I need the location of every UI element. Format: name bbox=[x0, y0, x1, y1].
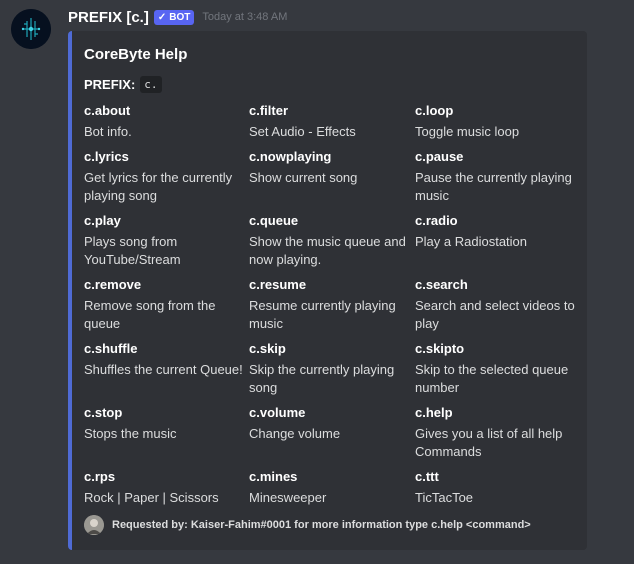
field-resume: c.resume Resume currently playing music bbox=[249, 276, 411, 333]
field-value: Search and select videos to play bbox=[415, 298, 575, 331]
prefix-line: PREFIX: c. bbox=[84, 76, 162, 93]
field-filter: c.filter Set Audio - Effects bbox=[249, 102, 411, 141]
field-name: c.filter bbox=[249, 103, 289, 118]
field-value: Gives you a list of all help Commands bbox=[415, 426, 563, 459]
field-value: Show the music queue and now playing. bbox=[249, 234, 406, 267]
circuit-logo-icon bbox=[11, 9, 51, 49]
field-name: c.pause bbox=[415, 149, 464, 164]
field-name: c.loop bbox=[415, 103, 454, 118]
field-volume: c.volume Change volume bbox=[249, 404, 411, 443]
field-help: c.help Gives you a list of all help Comm… bbox=[415, 404, 577, 461]
embed-title: CoreByte Help bbox=[84, 46, 188, 63]
field-value: Pause the currently playing music bbox=[415, 170, 572, 203]
prefix-code: c. bbox=[140, 76, 162, 93]
field-name: c.skipto bbox=[415, 341, 465, 356]
field-play: c.play Plays song from YouTube/Stream bbox=[84, 212, 246, 269]
bot-avatar[interactable] bbox=[11, 9, 51, 49]
field-queue: c.queue Show the music queue and now pla… bbox=[249, 212, 411, 269]
bot-badge: ✓ BOT bbox=[153, 9, 195, 25]
field-value: Change volume bbox=[249, 426, 341, 441]
field-name: c.shuffle bbox=[84, 341, 138, 356]
field-name: c.ttt bbox=[415, 469, 439, 484]
help-embed: CoreByte Help PREFIX: c. c.about Bot inf… bbox=[68, 31, 587, 550]
field-value: Skip to the selected queue number bbox=[415, 362, 569, 395]
field-name: c.help bbox=[415, 405, 453, 420]
field-about: c.about Bot info. bbox=[84, 102, 246, 141]
field-pause: c.pause Pause the currently playing musi… bbox=[415, 148, 577, 205]
field-name: c.skip bbox=[249, 341, 286, 356]
field-name: c.resume bbox=[249, 277, 307, 292]
field-skip: c.skip Skip the currently playing song bbox=[249, 340, 411, 397]
field-shuffle: c.shuffle Shuffles the current Queue! bbox=[84, 340, 246, 379]
field-value: Stops the music bbox=[84, 426, 177, 441]
field-value: Bot info. bbox=[84, 124, 132, 139]
field-value: Plays song from YouTube/Stream bbox=[84, 234, 181, 267]
field-skipto: c.skipto Skip to the selected queue numb… bbox=[415, 340, 577, 397]
field-stop: c.stop Stops the music bbox=[84, 404, 246, 443]
field-name: c.queue bbox=[249, 213, 299, 228]
field-value: Show current song bbox=[249, 170, 358, 185]
field-name: c.rps bbox=[84, 469, 116, 484]
timestamp: Today at 3:48 AM bbox=[202, 11, 288, 23]
field-name: c.play bbox=[84, 213, 121, 228]
field-value: TicTacToe bbox=[415, 490, 474, 505]
field-remove: c.remove Remove song from the queue bbox=[84, 276, 246, 333]
field-name: c.volume bbox=[249, 405, 306, 420]
field-value: Minesweeper bbox=[249, 490, 327, 505]
field-name: c.mines bbox=[249, 469, 298, 484]
field-name: c.lyrics bbox=[84, 149, 129, 164]
field-value: Remove song from the queue bbox=[84, 298, 216, 331]
message-header: PREFIX [c.] ✓ BOT Today at 3:48 AM bbox=[68, 7, 287, 27]
field-name: c.radio bbox=[415, 213, 458, 228]
footer-text: Requested by: Kaiser-Fahim#0001 for more… bbox=[112, 519, 531, 531]
field-value: Skip the currently playing song bbox=[249, 362, 395, 395]
field-name: c.about bbox=[84, 103, 131, 118]
field-name: c.nowplaying bbox=[249, 149, 332, 164]
field-value: Resume currently playing music bbox=[249, 298, 396, 331]
requester-avatar-icon bbox=[84, 515, 104, 535]
prefix-label: PREFIX: bbox=[84, 77, 136, 92]
verified-check-icon: ✓ bbox=[157, 11, 167, 23]
embed-footer: Requested by: Kaiser-Fahim#0001 for more… bbox=[84, 515, 531, 535]
field-value: Shuffles the current Queue! bbox=[84, 362, 243, 377]
field-loop: c.loop Toggle music loop bbox=[415, 102, 577, 141]
field-name: c.remove bbox=[84, 277, 142, 292]
field-name: c.search bbox=[415, 277, 468, 292]
field-value: Rock | Paper | Scissors bbox=[84, 490, 219, 505]
bot-badge-label: BOT bbox=[169, 11, 191, 23]
field-lyrics: c.lyrics Get lyrics for the currently pl… bbox=[84, 148, 246, 205]
field-value: Play a Radiostation bbox=[415, 234, 528, 249]
field-value: Toggle music loop bbox=[415, 124, 520, 139]
field-mines: c.mines Minesweeper bbox=[249, 468, 411, 507]
field-value: Get lyrics for the currently playing son… bbox=[84, 170, 233, 203]
field-ttt: c.ttt TicTacToe bbox=[415, 468, 577, 507]
field-name: c.stop bbox=[84, 405, 123, 420]
chat-message: PREFIX [c.] ✓ BOT Today at 3:48 AM CoreB… bbox=[0, 0, 634, 564]
field-value: Set Audio - Effects bbox=[249, 124, 356, 139]
field-radio: c.radio Play a Radiostation bbox=[415, 212, 577, 251]
field-rps: c.rps Rock | Paper | Scissors bbox=[84, 468, 246, 507]
field-nowplaying: c.nowplaying Show current song bbox=[249, 148, 411, 187]
field-search: c.search Search and select videos to pla… bbox=[415, 276, 577, 333]
username[interactable]: PREFIX [c.] bbox=[68, 9, 149, 26]
